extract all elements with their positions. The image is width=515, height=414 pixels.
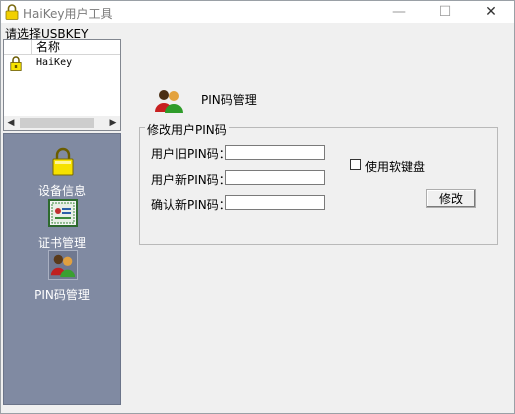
list-item[interactable]: HaiKey (4, 56, 120, 72)
new-pin-input[interactable] (225, 170, 325, 185)
users-icon (48, 250, 78, 280)
scroll-left-icon[interactable]: ◀ (4, 116, 18, 130)
close-button[interactable]: ✕ (468, 1, 514, 23)
confirm-pin-label: 确认新PIN码： (151, 198, 231, 212)
confirm-pin-input[interactable] (225, 195, 325, 210)
nav-label: 设备信息 (37, 184, 86, 198)
page-title: PIN码管理 (201, 93, 257, 107)
lock-icon (10, 56, 22, 71)
soft-keyboard-checkbox[interactable] (350, 159, 361, 170)
nav-item-pin-management[interactable]: PIN码管理 (4, 250, 120, 302)
navigation-sidebar: 设备信息 证书管理 PIN码管理 (3, 133, 121, 405)
column-header-name[interactable]: 名称 (36, 40, 60, 54)
window-title: HaiKey用户工具 (23, 7, 113, 21)
scrollbar-thumb[interactable] (20, 118, 94, 128)
new-pin-label: 用户新PIN码： (151, 173, 231, 187)
list-header: 名称 (4, 40, 120, 55)
scroll-right-icon[interactable]: ▶ (106, 116, 120, 130)
minimize-button[interactable]: — (376, 1, 422, 23)
old-pin-input[interactable] (225, 145, 325, 160)
soft-keyboard-label[interactable]: 使用软键盘 (365, 158, 425, 175)
app-window: HaiKey用户工具 — ☐ ✕ 请选择USBKEY 名称 HaiKey ◀ ▶ (0, 0, 515, 414)
lock-icon (5, 4, 19, 20)
device-name: HaiKey (36, 57, 73, 68)
maximize-button[interactable]: ☐ (422, 1, 468, 23)
usbkey-list[interactable]: 名称 HaiKey ◀ ▶ (3, 39, 121, 131)
users-icon (155, 90, 183, 113)
nav-label: PIN码管理 (34, 288, 90, 302)
nav-item-device-info[interactable]: 设备信息 (4, 146, 120, 198)
group-title: 修改用户PIN码 (145, 121, 229, 138)
column-header-icon[interactable] (4, 40, 32, 54)
nav-label: 证书管理 (37, 236, 86, 250)
old-pin-label: 用户旧PIN码： (151, 147, 231, 161)
nav-item-certificate[interactable]: 证书管理 (4, 198, 120, 250)
horizontal-scrollbar[interactable]: ◀ ▶ (4, 116, 120, 130)
modify-button[interactable]: 修改 (426, 189, 476, 208)
title-bar: HaiKey用户工具 — ☐ ✕ (1, 1, 514, 23)
lock-icon (52, 147, 74, 176)
certificate-icon (48, 199, 78, 227)
